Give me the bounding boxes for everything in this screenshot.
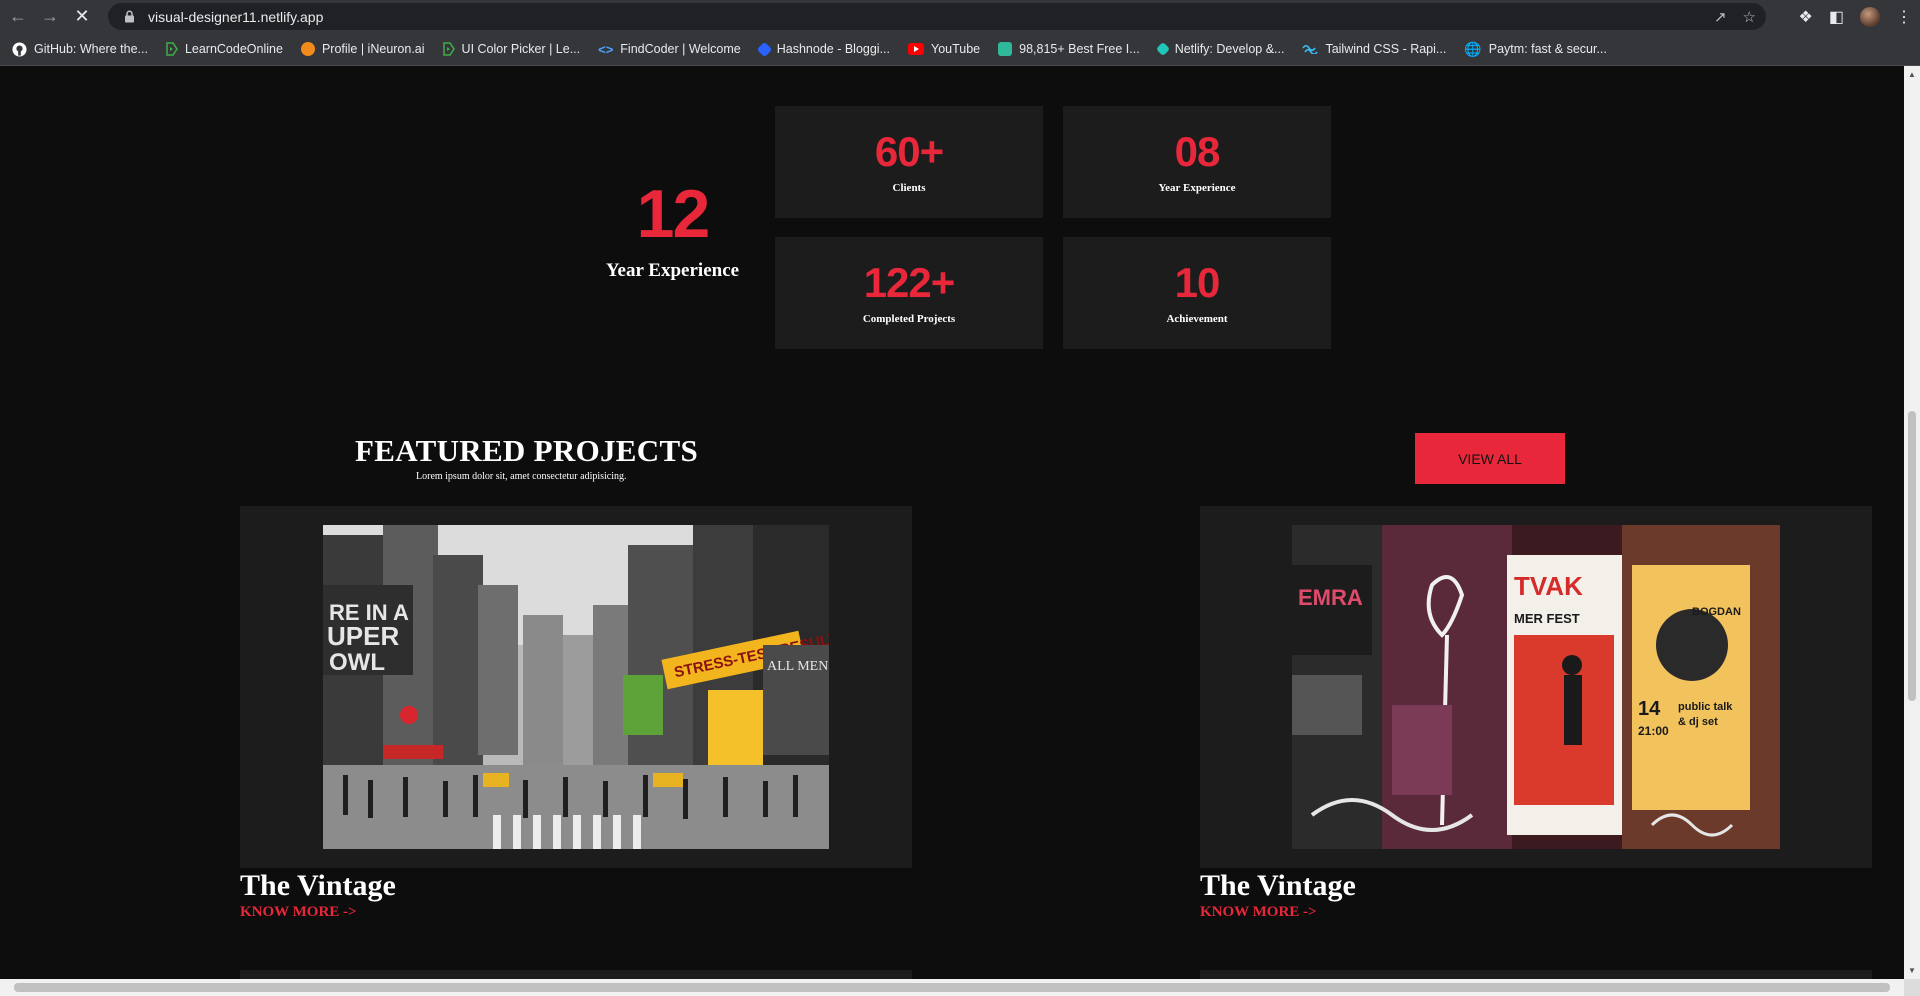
project-card-next-row <box>1200 970 1872 979</box>
stat-label: Year Experience <box>1158 181 1236 194</box>
stat-value: 10 <box>1174 258 1221 306</box>
svg-text:UPER: UPER <box>327 621 399 651</box>
page-viewport: 12 Year Experience 60+ Clients 08 Year E… <box>0 66 1904 979</box>
ui-color-picker-icon <box>442 42 455 56</box>
stat-card-year-experience: 08 Year Experience <box>1063 106 1331 218</box>
bookmark-paytm[interactable]: 🌐 Paytm: fast & secur... <box>1464 41 1607 58</box>
menu-kebab-icon[interactable]: ⋮ <box>1896 7 1912 27</box>
code-brackets-icon: <> <box>598 41 614 57</box>
stat-label: Clients <box>892 181 926 194</box>
stat-label: Completed Projects <box>862 312 956 325</box>
scroll-down-arrow-icon[interactable]: ▼ <box>1908 966 1916 975</box>
profile-avatar[interactable] <box>1860 6 1880 27</box>
svg-text:ALL MEN: ALL MEN <box>767 659 828 674</box>
stat-card-clients: 60+ Clients <box>775 106 1043 218</box>
bookmark-youtube[interactable]: YouTube <box>908 42 980 56</box>
bookmark-findcoder[interactable]: <> FindCoder | Welcome <box>598 42 741 57</box>
vertical-scrollbar[interactable]: ▲ ▼ <box>1904 66 1920 979</box>
address-bar[interactable]: visual-designer11.netlify.app ↗ ☆ <box>108 3 1766 30</box>
hashnode-icon <box>756 41 773 57</box>
bookmarks-bar: GitHub: Where the... LearnCodeOnline Pro… <box>0 33 1920 66</box>
svg-text:public talk: public talk <box>1678 701 1733 713</box>
stop-loading-icon[interactable]: ✕ <box>68 3 96 31</box>
horizontal-scrollbar[interactable] <box>0 979 1904 996</box>
url-text: visual-designer11.netlify.app <box>148 8 324 25</box>
scroll-up-arrow-icon[interactable]: ▲ <box>1908 70 1916 79</box>
svg-text:& dj set: & dj set <box>1678 716 1718 728</box>
project-card-next-row <box>240 970 912 979</box>
svg-text:TVAK: TVAK <box>1514 571 1583 601</box>
project-card[interactable]: RE IN A UPER OWL STRESS-TEST RESULTS ALL… <box>240 506 912 868</box>
stat-value: 122+ <box>863 258 956 306</box>
share-icon[interactable]: ↗ <box>1714 8 1727 26</box>
experience-big-label: Year Experience <box>605 260 740 281</box>
project-title: The Vintage <box>1200 869 1356 902</box>
globe-icon: 🌐 <box>1464 40 1482 57</box>
experience-highlight: 12 Year Experience <box>590 180 755 282</box>
bookmark-tailwind[interactable]: Tailwind CSS - Rapi... <box>1302 42 1446 56</box>
know-more-link[interactable]: KNOW MORE -> <box>1200 904 1317 921</box>
project-card[interactable]: EMRA TVAK MER FEST BOGDAN 14 21:00 publi… <box>1200 506 1872 868</box>
lock-icon <box>122 10 136 24</box>
youtube-icon <box>908 43 924 55</box>
stat-card-completed-projects: 122+ Completed Projects <box>775 237 1043 349</box>
github-icon <box>12 41 27 57</box>
bookmark-ui-color-picker[interactable]: UI Color Picker | Le... <box>442 42 580 56</box>
back-arrow-icon[interactable]: ← <box>4 3 32 31</box>
side-panel-icon[interactable]: ◧ <box>1829 7 1844 27</box>
bookmark-hashnode[interactable]: Hashnode - Bloggi... <box>756 41 890 57</box>
svg-text:BOGDAN: BOGDAN <box>1692 606 1741 618</box>
project-image-street-posters: EMRA TVAK MER FEST BOGDAN 14 21:00 publi… <box>1292 525 1780 849</box>
know-more-link[interactable]: KNOW MORE -> <box>240 904 357 921</box>
netlify-icon <box>1155 41 1170 57</box>
vertical-scroll-thumb[interactable] <box>1908 411 1916 701</box>
featured-projects-subtitle: Lorem ipsum dolor sit, amet consectetur … <box>416 471 627 482</box>
stat-value: 60+ <box>874 127 944 175</box>
view-all-button[interactable]: VIEW ALL <box>1415 433 1565 484</box>
svg-text:21:00: 21:00 <box>1638 724 1669 738</box>
tailwind-icon <box>1302 44 1319 54</box>
bookmark-github[interactable]: GitHub: Where the... <box>12 41 148 57</box>
stat-label: Achievement <box>1166 312 1228 325</box>
bookmark-ineuron[interactable]: Profile | iNeuron.ai <box>300 42 425 56</box>
svg-text:EMRA: EMRA <box>1298 585 1363 610</box>
browser-toolbar: ← → ✕ visual-designer11.netlify.app ↗ ☆ … <box>0 0 1920 33</box>
featured-projects-title: FEATURED PROJECTS <box>355 433 698 468</box>
svg-text:MER FEST: MER FEST <box>1514 611 1580 626</box>
learncodeonline-icon <box>166 42 178 56</box>
scrollbar-corner <box>1904 979 1920 996</box>
free-icons-icon <box>998 42 1013 56</box>
svg-text:OWL: OWL <box>329 649 385 676</box>
project-title: The Vintage <box>240 869 396 902</box>
bookmark-star-icon[interactable]: ☆ <box>1743 8 1756 26</box>
bookmark-netlify[interactable]: Netlify: Develop &... <box>1155 41 1284 57</box>
horizontal-scroll-thumb[interactable] <box>14 983 1890 992</box>
stat-value: 08 <box>1174 127 1221 175</box>
forward-arrow-icon[interactable]: → <box>36 3 64 31</box>
project-image-city-street: RE IN A UPER OWL STRESS-TEST RESULTS ALL… <box>323 525 829 849</box>
stat-card-achievement: 10 Achievement <box>1063 237 1331 349</box>
extensions-puzzle-icon[interactable]: ❖ <box>1799 7 1813 27</box>
bookmark-learncodeonline[interactable]: LearnCodeOnline <box>166 42 283 56</box>
bookmark-free-icons[interactable]: 98,815+ Best Free I... <box>998 42 1140 56</box>
experience-big-number: 12 <box>636 176 711 252</box>
ineuron-icon <box>300 42 315 56</box>
svg-text:14: 14 <box>1638 698 1661 720</box>
